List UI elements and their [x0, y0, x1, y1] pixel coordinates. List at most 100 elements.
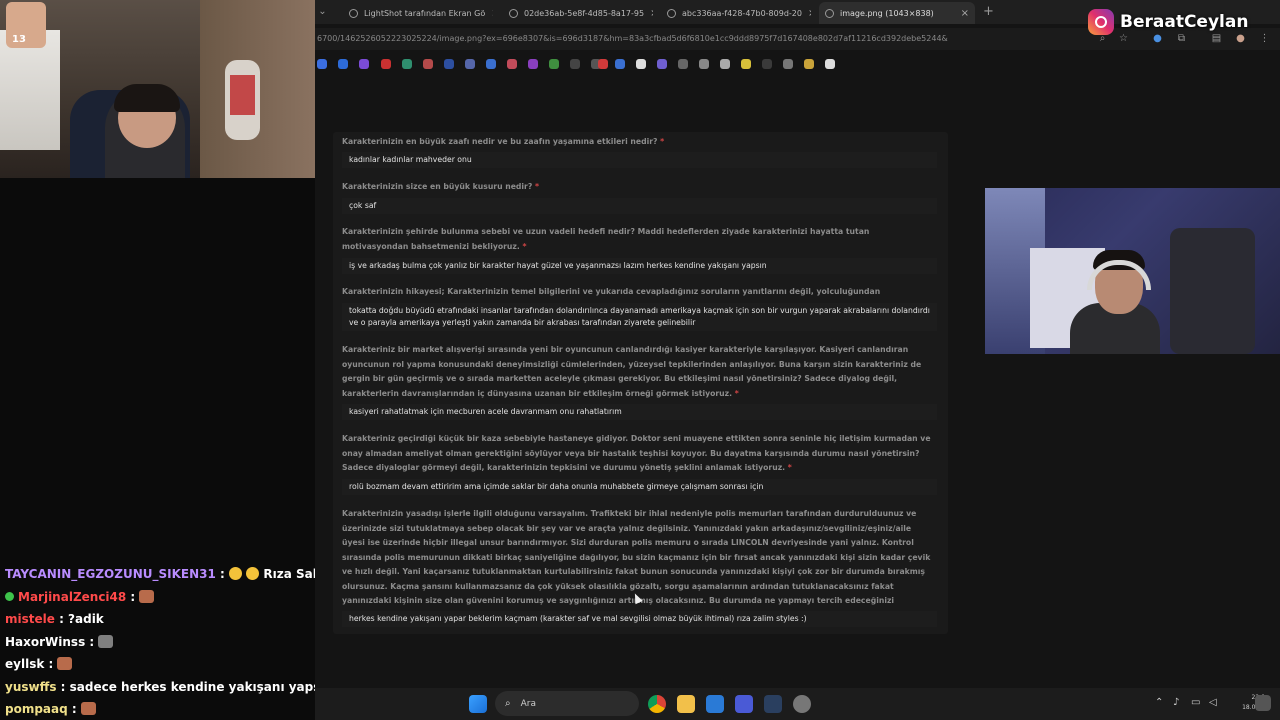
bookmark-icon[interactable]: [423, 59, 433, 69]
webcam-feed-guest: [985, 188, 1280, 354]
bookmark-icon[interactable]: [598, 59, 608, 69]
chat-text: Rıza Salin: [263, 567, 315, 581]
chat-separator: :: [67, 702, 81, 716]
windows-taskbar: ⌕ Ara ⌃ ♪ ▭ ◁ 22:0 18.01.2: [315, 688, 1280, 720]
chat-username: pompaaq: [5, 702, 68, 716]
chat-message: pompaaq :: [5, 698, 315, 720]
room-window: [0, 30, 60, 150]
bookmark-icon[interactable]: [762, 59, 772, 69]
bookmark-icon[interactable]: [699, 59, 709, 69]
stream-chat: TAYCANIN_EGZOZUNU_SIKEN31 : Rıza Salin M…: [0, 563, 315, 720]
close-icon[interactable]: ×: [485, 8, 493, 19]
tab-image-1[interactable]: 02de36ab-5e8f-4d85-8a17-95 ×: [503, 2, 653, 24]
chat-text: sadece herkes kendine yakışanı yapsınnn: [69, 679, 315, 694]
bookmark-icon[interactable]: [825, 59, 835, 69]
chevron-up-icon[interactable]: ⌃: [1155, 697, 1163, 708]
chat-separator: :: [126, 589, 140, 604]
app-icon[interactable]: [735, 695, 753, 713]
bookmark-icon[interactable]: [570, 59, 580, 69]
bookmark-icon[interactable]: [381, 59, 391, 69]
subscriber-badge-icon: [5, 591, 14, 601]
emote-icon: [98, 634, 114, 648]
stream-frame: 13 TAYCANIN_EGZOZUNU_SIKEN31 : Rıza Sali…: [0, 0, 1280, 720]
bookmark-icon[interactable]: [507, 59, 517, 69]
streamer-brand: BeraatCeylan: [1088, 9, 1248, 35]
bookmark-icon[interactable]: [636, 59, 646, 69]
bookmark-icon[interactable]: [783, 59, 793, 69]
form-answer: tokatta doğdu büyüdü etrafındaki insanla…: [342, 303, 937, 331]
tab-image-png[interactable]: image.png (1043×838) ×: [819, 2, 975, 24]
form-question: Karakteriniz bir market alışverişi sıras…: [342, 343, 932, 401]
new-tab-button[interactable]: +: [983, 4, 994, 19]
bookmark-icon[interactable]: [804, 59, 814, 69]
chat-username: TAYCANIN_EGZOZUNU_SIKEN31: [5, 567, 216, 581]
microphone-icon[interactable]: ♪: [1173, 697, 1179, 708]
bookmark-icon[interactable]: [720, 59, 730, 69]
network-icon[interactable]: ▭: [1191, 697, 1200, 708]
bookmarks-bar: [315, 56, 1280, 73]
bookmark-icon[interactable]: [359, 59, 369, 69]
bookmark-icon[interactable]: [338, 59, 348, 69]
bookmark-icon[interactable]: [465, 59, 475, 69]
close-icon[interactable]: ×: [955, 8, 969, 19]
search-icon: ⌕: [505, 698, 511, 709]
url-text[interactable]: 6700/1462526052223025224/image.png?ex=69…: [317, 34, 948, 43]
tab-lightshot[interactable]: LightShot tarafından Ekran Gö ×: [343, 2, 493, 24]
emote-icon: [139, 589, 155, 603]
bookmark-icon[interactable]: [528, 59, 538, 69]
chat-username: yuswffs: [5, 679, 57, 694]
bookmark-icon[interactable]: [444, 59, 454, 69]
taskbar-search[interactable]: ⌕ Ara: [495, 691, 639, 716]
globe-favicon-icon: [509, 8, 518, 18]
menu-dots-icon[interactable]: ⋮: [1259, 33, 1270, 44]
notification-icon[interactable]: [1255, 695, 1271, 711]
required-mark: *: [522, 241, 527, 251]
bookmark-icon[interactable]: [549, 59, 559, 69]
bookmark-icon[interactable]: [615, 59, 625, 69]
application-form: Karakterinizin en büyük zaafı nedir ve b…: [333, 132, 948, 634]
chat-message: mistele : ?adik: [5, 608, 315, 631]
steam-icon[interactable]: [764, 695, 782, 713]
streamer-name: BeraatCeylan: [1120, 12, 1249, 32]
tab-list-chevron-icon[interactable]: ⌄: [317, 6, 328, 17]
bookmark-icon[interactable]: [678, 59, 688, 69]
required-mark: *: [535, 182, 540, 191]
chat-username: eyllsk: [5, 657, 45, 671]
tab-label: LightShot tarafından Ekran Gö: [364, 8, 486, 18]
emote-icon: [57, 657, 73, 670]
chrome-icon[interactable]: [648, 695, 666, 713]
form-question: Karakterinizin şehirde bulunma sebebi ve…: [342, 225, 932, 254]
form-question: Karakterinizin sizce en büyük kusuru ned…: [342, 180, 932, 195]
chat-message: MarjinalZenci48 :: [5, 586, 315, 609]
chat-separator: :: [56, 679, 70, 694]
file-explorer-icon[interactable]: [677, 695, 695, 713]
chat-separator: :: [215, 567, 229, 581]
form-answer: kadınlar kadınlar mahveder onu: [342, 152, 937, 168]
chat-message: yuswffs : sadece herkes kendine yakışanı…: [5, 676, 315, 699]
windows-start-icon[interactable]: [469, 695, 487, 713]
close-icon[interactable]: ×: [644, 8, 653, 19]
tab-label: abc336aa-f428-47b0-809d-20: [682, 8, 802, 18]
webcam-feed-main: 13: [0, 0, 315, 178]
emote-icon: [80, 702, 96, 715]
chat-username: MarjinalZenci48: [18, 589, 127, 604]
bookmark-icon[interactable]: [317, 59, 327, 69]
bookmark-icon[interactable]: [402, 59, 412, 69]
grin-emoji-icon: [228, 567, 242, 580]
question-text: Karakterinizin sizce en büyük kusuru ned…: [342, 182, 533, 191]
bookmark-icon[interactable]: [657, 59, 667, 69]
chat-username: HaxorWinss: [5, 634, 86, 649]
settings-icon[interactable]: [793, 695, 811, 713]
question-text: Karakterinizin şehirde bulunma sebebi ve…: [342, 227, 870, 251]
bookmark-icon[interactable]: [741, 59, 751, 69]
close-icon[interactable]: ×: [802, 8, 811, 19]
bookmark-icon[interactable]: [486, 59, 496, 69]
photos-icon[interactable]: [706, 695, 724, 713]
streamer-hair: [114, 84, 180, 112]
volume-icon[interactable]: ◁: [1209, 697, 1217, 708]
chat-message: eyllsk :: [5, 653, 315, 676]
form-question: Karakterinizin en büyük zaafı nedir ve b…: [342, 135, 932, 150]
globe-favicon-icon: [825, 8, 834, 18]
tab-image-2[interactable]: abc336aa-f428-47b0-809d-20 ×: [661, 2, 811, 24]
required-mark: *: [660, 137, 665, 146]
